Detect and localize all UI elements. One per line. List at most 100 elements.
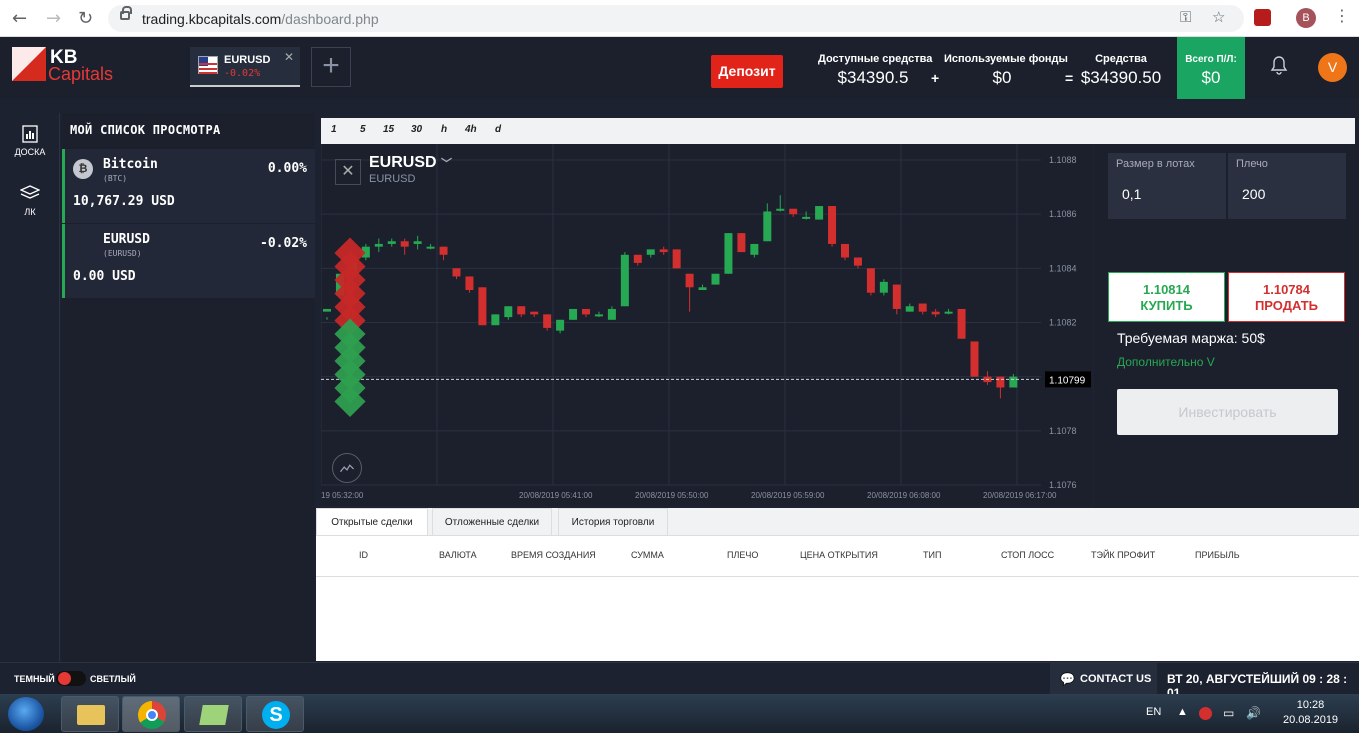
- tab-eurusd[interactable]: EURUSD -0.02% ✕: [190, 47, 300, 87]
- network-icon[interactable]: ▭: [1223, 706, 1234, 720]
- candle-body: [413, 241, 422, 244]
- theme-toggle[interactable]: [56, 671, 86, 686]
- kb-capitals-logo[interactable]: KB Capitals: [12, 47, 142, 84]
- system-clock[interactable]: 10:28 20.08.2019: [1283, 698, 1338, 728]
- timeframe-4h[interactable]: 4h: [465, 124, 477, 135]
- close-chart-icon[interactable]: ✕: [335, 159, 361, 185]
- tab-trade-history[interactable]: История торговли: [558, 508, 668, 536]
- reload-icon[interactable]: ↻: [78, 8, 93, 29]
- candle-body: [452, 268, 461, 277]
- candle-body: [802, 216, 811, 219]
- tab-open-trades[interactable]: Открытые сделки: [316, 508, 428, 536]
- pdf-extension-icon[interactable]: [1254, 9, 1271, 26]
- candle-body: [646, 249, 655, 255]
- y-tick-label: 1.1078: [1049, 426, 1077, 436]
- candle-body: [750, 243, 759, 255]
- plus-sign: +: [931, 70, 940, 86]
- order-panel: Размер в лотах 0,1 Плечо 200 1.10814 КУПИ…: [1094, 144, 1359, 508]
- tab-pending-trades[interactable]: Отложенные сделки: [432, 508, 552, 536]
- item-price: 0.00 USD: [73, 269, 136, 284]
- candle-body: [879, 281, 888, 293]
- timeframe-d[interactable]: d: [495, 124, 501, 135]
- candle-body: [620, 254, 629, 307]
- candle-body: [387, 241, 396, 244]
- current-price-label: 1.10799: [1049, 375, 1086, 386]
- tray-arrow-icon[interactable]: ▲: [1177, 706, 1188, 718]
- chart-subtitle: EURUSD: [369, 173, 416, 185]
- contact-us-button[interactable]: 💬 CONTACT US: [1050, 663, 1157, 695]
- tab-symbol: EURUSD: [224, 54, 271, 66]
- candle-body: [905, 306, 914, 312]
- language-indicator[interactable]: EN: [1146, 706, 1161, 718]
- y-tick-label: 1.1088: [1049, 155, 1077, 165]
- y-tick-label: 1.1086: [1049, 209, 1077, 219]
- deposit-button[interactable]: Депозит: [711, 55, 783, 88]
- theme-light-label: СВЕТЛЫЙ: [90, 674, 136, 684]
- watchlist-title: МОЙ СПИСОК ПРОСМОТРА: [70, 123, 221, 137]
- candle-body: [439, 246, 448, 255]
- y-tick-label: 1.1084: [1049, 263, 1077, 273]
- candle-body: [853, 257, 862, 266]
- chart-symbol[interactable]: EURUSD ﹀: [369, 154, 452, 172]
- volume-icon[interactable]: 🔊: [1246, 706, 1261, 720]
- item-change: 0.00%: [267, 161, 307, 176]
- windows-taskbar: S EN ▲ ▭ 🔊 10:28 20.08.2019: [0, 694, 1359, 733]
- browser-chrome: ← → ↻ trading.kbcapitals.com/dashboard.p…: [0, 0, 1359, 37]
- nav-account[interactable]: ЛК: [0, 185, 60, 217]
- used-funds: Используемые фонды $0: [944, 53, 1068, 87]
- watchlist-item-eurusd[interactable]: EURUSD (EURUSD) -0.02% 0.00 USD: [62, 224, 315, 298]
- skype-taskbar-icon[interactable]: S: [246, 696, 304, 732]
- bitcoin-icon: ₿: [73, 159, 93, 179]
- item-sub: (EURUSD): [103, 249, 142, 258]
- back-icon[interactable]: ←: [12, 8, 27, 29]
- files-taskbar-icon[interactable]: [184, 696, 242, 732]
- profile-avatar[interactable]: B: [1296, 8, 1316, 28]
- nav-board[interactable]: ДОСКА: [0, 125, 60, 157]
- required-margin: Требуемая маржа: 50$: [1117, 330, 1265, 346]
- divider: [316, 576, 1359, 577]
- timeframe-5[interactable]: 5: [360, 124, 366, 135]
- forward-icon[interactable]: →: [46, 8, 61, 29]
- watchlist-item-bitcoin[interactable]: ₿ Bitcoin (BTC) 0.00% 10,767.29 USD: [62, 149, 315, 223]
- buy-button[interactable]: 1.10814 КУПИТЬ: [1108, 272, 1225, 322]
- candle-body: [698, 287, 707, 290]
- bell-icon[interactable]: [1270, 55, 1288, 75]
- key-icon[interactable]: ⚿: [1180, 8, 1191, 26]
- candle-body: [594, 314, 603, 317]
- logo-mark: [12, 47, 46, 81]
- col-profit: ПРИБЫЛЬ: [1195, 550, 1240, 560]
- chrome-taskbar-icon[interactable]: [122, 696, 180, 732]
- timeframe-30[interactable]: 30: [411, 124, 422, 135]
- indicators-icon[interactable]: [332, 453, 362, 483]
- timeframe-h[interactable]: h: [441, 124, 447, 135]
- lot-size-field[interactable]: Размер в лотах 0,1: [1108, 153, 1226, 219]
- timeframe-1[interactable]: 1: [331, 124, 337, 135]
- total-pl: Всего П/Л: $0: [1177, 37, 1245, 99]
- candlestick-chart[interactable]: 1.10881.10861.10841.10821.10801.10781.10…: [321, 144, 1092, 506]
- price-chart[interactable]: 1.10881.10861.10841.10821.10801.10781.10…: [321, 144, 1092, 506]
- extra-options-link[interactable]: Дополнительно V: [1117, 355, 1215, 369]
- add-tab-button[interactable]: +: [311, 47, 351, 87]
- candle-body: [841, 243, 849, 258]
- leverage-field[interactable]: Плечо 200: [1228, 153, 1346, 219]
- candle-body: [711, 273, 720, 285]
- item-name: Bitcoin: [103, 157, 158, 172]
- col-take-profit: ТЭЙК ПРОФИТ: [1091, 550, 1156, 560]
- tray-stop-icon[interactable]: [1199, 707, 1212, 720]
- total-funds: Средства $34390.50: [1080, 53, 1162, 87]
- available-funds: Доступные средства $34390.5: [818, 53, 933, 87]
- explorer-taskbar-icon[interactable]: [61, 696, 119, 732]
- user-avatar[interactable]: V: [1318, 53, 1347, 82]
- star-icon[interactable]: ☆: [1212, 8, 1225, 26]
- sell-button[interactable]: 1.10784 ПРОДАТЬ: [1228, 272, 1345, 322]
- us-flag-icon: [198, 56, 218, 74]
- candle-body: [633, 254, 642, 263]
- close-tab-icon[interactable]: ✕: [284, 50, 294, 64]
- chevron-down-icon: ﹀: [441, 158, 453, 170]
- more-menu-icon[interactable]: ⋮: [1334, 6, 1350, 25]
- candle-body: [789, 208, 798, 215]
- address-bar[interactable]: trading.kbcapitals.com/dashboard.php ⚿ ☆: [108, 5, 1244, 32]
- invest-button[interactable]: Инвестировать: [1117, 389, 1338, 435]
- start-button-icon[interactable]: [8, 697, 44, 731]
- timeframe-15[interactable]: 15: [383, 124, 394, 135]
